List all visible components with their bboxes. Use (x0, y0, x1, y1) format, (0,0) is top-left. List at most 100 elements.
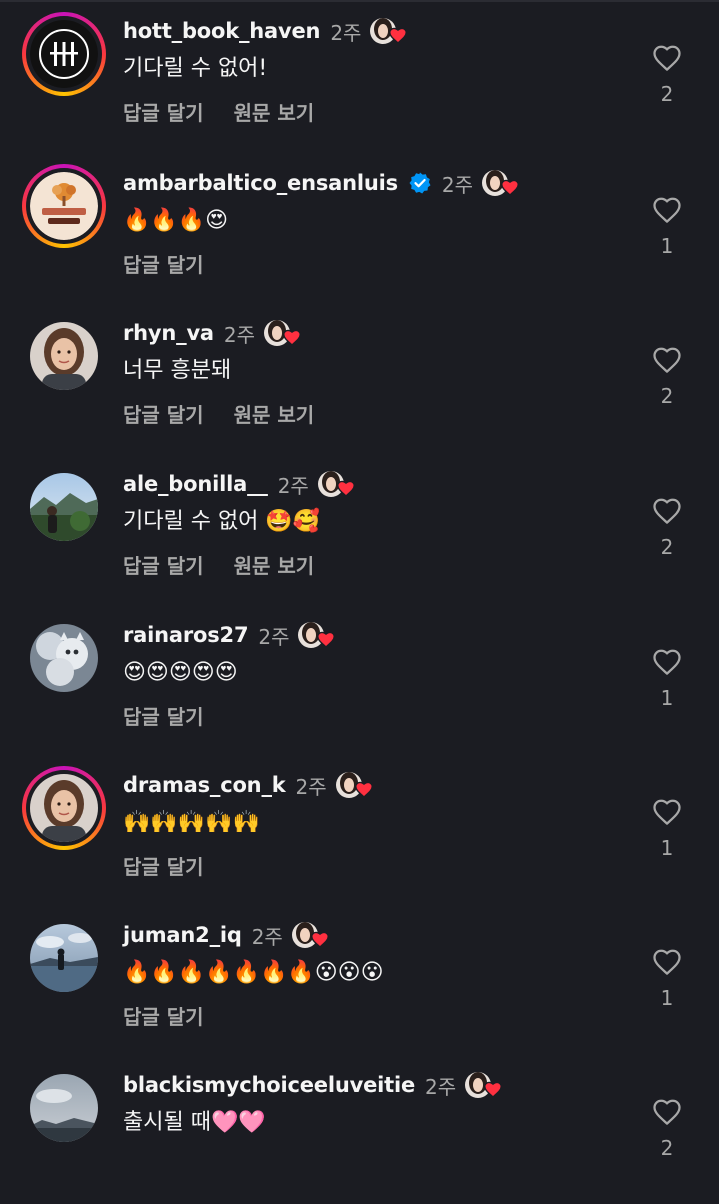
comment-header: rhyn_va 2주 (123, 319, 303, 347)
comment-time: 2주 (441, 172, 474, 197)
comment-text: 기다릴 수 없어! (123, 56, 268, 81)
comment-time: 2주 (330, 20, 362, 45)
creator-liked-heart-icon (317, 469, 357, 499)
like-count: 2 (660, 384, 674, 408)
comment-header: hott_book_haven 2주 (123, 17, 409, 45)
comment-row: ambarbaltico_ensanluis 2주 🔥🔥🔥😍 답글 달기 1 (0, 152, 719, 302)
comment-actions: 답글 달기 (123, 1001, 204, 1030)
lake-photo (30, 924, 98, 992)
comment-row: blackismychoiceeluveitie 2주 출시될 때🩷🩷 2 (0, 1054, 719, 1204)
creator-liked-heart-icon (291, 920, 331, 950)
username[interactable]: rhyn_va (123, 321, 214, 345)
avatar[interactable] (22, 616, 106, 700)
like-button[interactable]: 1 (650, 948, 684, 1010)
creator-liked-heart-icon (481, 168, 521, 198)
avatar[interactable] (22, 916, 106, 1000)
creator-liked-heart-icon (335, 770, 375, 800)
like-count: 1 (660, 234, 674, 258)
like-button[interactable]: 1 (650, 196, 684, 258)
comment-row: rhyn_va 2주 너무 흥분돼 답글 달기 원문 보기 2 (0, 302, 719, 452)
username[interactable]: ambarbaltico_ensanluis (123, 171, 398, 195)
heart-outline-icon (650, 648, 684, 676)
like-count: 1 (660, 986, 674, 1010)
like-button[interactable]: 2 (650, 1098, 684, 1160)
comment-header: dramas_con_k 2주 (123, 771, 375, 799)
comment-time: 2주 (223, 322, 256, 347)
comment-time: 2주 (425, 1074, 457, 1099)
like-count: 2 (660, 82, 674, 106)
comment-text: 🔥🔥🔥😍 (123, 208, 229, 233)
sky-photo (30, 1074, 98, 1142)
reply-button[interactable]: 답글 달기 (123, 550, 204, 579)
tree-logo (30, 172, 98, 240)
comment-actions: 답글 달기 원문 보기 (123, 399, 314, 428)
reply-button[interactable]: 답글 달기 (123, 851, 204, 880)
heart-outline-icon (650, 44, 684, 72)
heart-outline-icon (650, 1098, 684, 1126)
username[interactable]: blackismychoiceeluveitie (123, 1073, 415, 1097)
avatar[interactable] (22, 465, 106, 549)
reply-button[interactable]: 답글 달기 (123, 97, 204, 126)
comment-text: 너무 흥분돼 (123, 358, 232, 383)
cat-photo (30, 624, 98, 692)
like-button[interactable]: 2 (650, 44, 684, 106)
like-button[interactable]: 1 (650, 648, 684, 710)
reply-button[interactable]: 답글 달기 (123, 1001, 204, 1030)
comment-actions: 답글 달기 (123, 249, 204, 278)
verified-badge-icon (408, 171, 432, 195)
comment-actions: 답글 달기 (123, 701, 204, 730)
reply-button[interactable]: 답글 달기 (123, 701, 204, 730)
like-button[interactable]: 2 (650, 346, 684, 408)
heart-outline-icon (650, 346, 684, 374)
avatar[interactable] (22, 314, 106, 398)
comment-row: juman2_iq 2주 🔥🔥🔥🔥🔥🔥🔥😮😮😮 답글 달기 1 (0, 904, 719, 1054)
like-button[interactable]: 1 (650, 798, 684, 860)
heart-outline-icon (650, 497, 684, 525)
comment-text: 🔥🔥🔥🔥🔥🔥🔥😮😮😮 (123, 960, 384, 985)
username[interactable]: ale_bonilla__ (123, 472, 268, 496)
comment-header: blackismychoiceeluveitie 2주 (123, 1071, 504, 1099)
comment-row: ale_bonilla__ 2주 기다릴 수 없어 🤩🥰 답글 달기 원문 보기… (0, 453, 719, 603)
comment-time: 2주 (295, 774, 327, 799)
creator-liked-heart-icon (297, 620, 337, 650)
username[interactable]: rainaros27 (123, 623, 249, 647)
comment-header: ambarbaltico_ensanluis 2주 (123, 169, 521, 197)
comment-row: dramas_con_k 2주 🙌🙌🙌🙌🙌 답글 달기 1 (0, 754, 719, 904)
reply-button[interactable]: 답글 달기 (123, 399, 204, 428)
like-count: 1 (660, 686, 674, 710)
like-count: 2 (660, 1136, 674, 1160)
username[interactable]: juman2_iq (123, 923, 242, 947)
username[interactable]: hott_book_haven (123, 19, 321, 43)
reply-button[interactable]: 답글 달기 (123, 249, 204, 278)
comment-time: 2주 (277, 473, 309, 498)
avatar[interactable] (22, 12, 106, 96)
comment-header: juman2_iq 2주 (123, 921, 331, 949)
like-count: 2 (660, 535, 674, 559)
comment-row: hott_book_haven 2주 기다릴 수 없어! 답글 달기 원문 보기… (0, 0, 719, 150)
like-count: 1 (660, 836, 674, 860)
avatar[interactable] (22, 1066, 106, 1150)
avatar[interactable] (22, 766, 106, 850)
comment-row: rainaros27 2주 😍😍😍😍😍 답글 달기 1 (0, 604, 719, 754)
see-translation-button[interactable]: 원문 보기 (234, 97, 315, 126)
comment-actions: 답글 달기 원문 보기 (123, 550, 314, 579)
heart-outline-icon (650, 948, 684, 976)
comment-time: 2주 (251, 924, 283, 949)
comment-text: 🙌🙌🙌🙌🙌 (123, 810, 260, 835)
comment-text: 기다릴 수 없어 🤩🥰 (123, 509, 321, 534)
creator-liked-heart-icon (263, 318, 303, 348)
avatar[interactable] (22, 164, 106, 248)
person-photo (30, 774, 98, 842)
username[interactable]: dramas_con_k (123, 773, 286, 797)
see-translation-button[interactable]: 원문 보기 (234, 550, 315, 579)
creator-liked-heart-icon (464, 1070, 504, 1100)
like-button[interactable]: 2 (650, 497, 684, 559)
comment-actions: 답글 달기 (123, 851, 204, 880)
creator-liked-heart-icon (369, 16, 409, 46)
comment-actions: 답글 달기 원문 보기 (123, 97, 314, 126)
heart-outline-icon (650, 798, 684, 826)
comment-text: 출시될 때🩷🩷 (123, 1110, 266, 1135)
heart-outline-icon (650, 196, 684, 224)
see-translation-button[interactable]: 원문 보기 (234, 399, 315, 428)
person-photo (30, 322, 98, 390)
